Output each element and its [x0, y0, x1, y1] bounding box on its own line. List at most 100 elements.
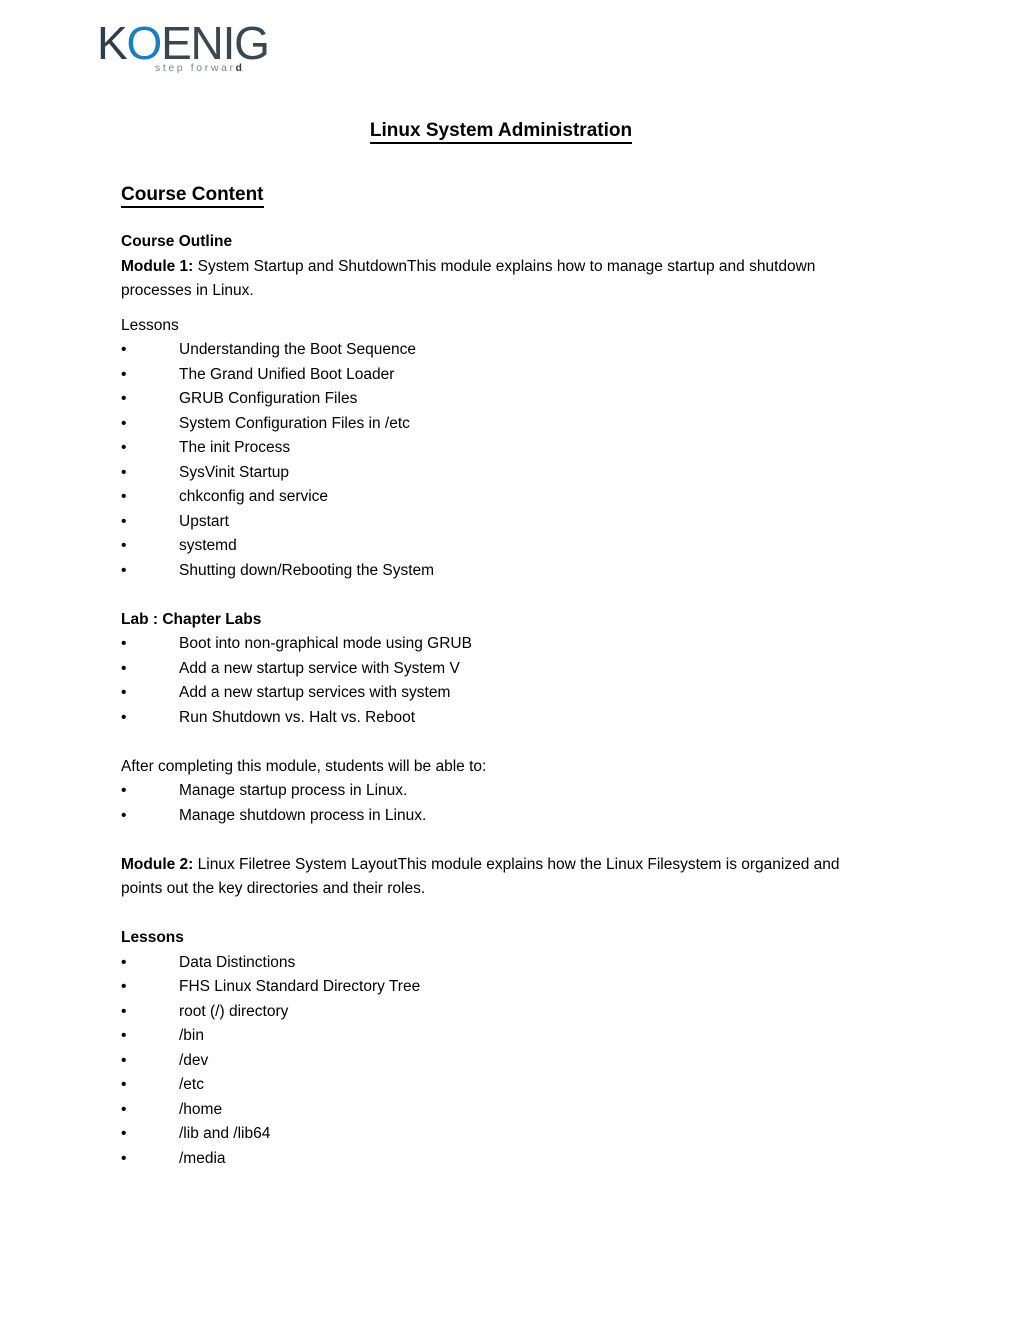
- bullet-icon: •: [121, 414, 127, 432]
- bullet-icon: •: [121, 635, 127, 652]
- list-item-label: /lib and /lib64: [179, 1125, 271, 1142]
- list-item-label: Run Shutdown vs. Halt vs. Reboot: [179, 708, 416, 726]
- logo-tagline-text: step forwar: [155, 62, 236, 74]
- list-item-label: chkconfig and service: [179, 488, 329, 505]
- module-1-text: System Startup and ShutdownThis module e…: [121, 257, 816, 300]
- list-item-label: SysVinit Startup: [179, 463, 289, 481]
- bullet-icon: •: [121, 439, 127, 456]
- list-item: • GRUB Configuration Files: [121, 387, 881, 412]
- list-item-label: root (/) directory: [179, 1002, 289, 1020]
- list-item-label: /dev: [179, 1051, 209, 1069]
- module-2-label: Module 2:: [121, 855, 194, 873]
- bullet-icon: •: [121, 782, 127, 799]
- bullet-icon: •: [121, 1076, 127, 1093]
- list-item: • The Grand Unified Boot Loader: [121, 363, 881, 388]
- module-1-label: Module 1:: [121, 257, 194, 275]
- page-title: Linux System Administration: [121, 118, 881, 144]
- list-item-label: The Grand Unified Boot Loader: [179, 365, 395, 383]
- list-item-label: /bin: [179, 1027, 204, 1044]
- module-1-paragraph: Module 1: System Startup and ShutdownThi…: [121, 255, 881, 304]
- objectives-intro: After completing this module, students w…: [121, 757, 487, 775]
- logo-letter-k: K: [97, 17, 128, 69]
- bullet-icon: •: [121, 390, 127, 407]
- list-item: • Understanding the Boot Sequence: [121, 338, 881, 363]
- list-item-label: Manage shutdown process in Linux.: [179, 806, 427, 824]
- document-page: KOENIG step forward Linux System Adminis…: [0, 0, 1020, 1320]
- document-content: Linux System Administration Course Conte…: [121, 118, 881, 1171]
- list-item: • /media: [121, 1147, 881, 1172]
- lab-section-label: Lab : Chapter Labs: [121, 610, 262, 628]
- logo-tagline: step forward: [155, 62, 245, 74]
- list-item: • Upstart: [121, 510, 881, 535]
- bullet-icon: •: [121, 1100, 127, 1118]
- bullet-icon: •: [121, 463, 127, 481]
- list-item-label: Add a new startup service with System V: [179, 659, 460, 677]
- list-item: • Add a new startup services with system: [121, 681, 881, 706]
- bullet-icon: •: [121, 1125, 127, 1142]
- list-item-label: Add a new startup services with system: [179, 684, 451, 701]
- list-item: • Run Shutdown vs. Halt vs. Reboot: [121, 706, 881, 731]
- list-item: • System Configuration Files in /etc: [121, 412, 881, 437]
- list-item: • SysVinit Startup: [121, 461, 881, 486]
- lessons-2-label: Lessons: [121, 929, 184, 946]
- list-item-label: /media: [179, 1149, 226, 1167]
- list-item: • Add a new startup service with System V: [121, 657, 881, 682]
- list-item: • Shutting down/Rebooting the System: [121, 559, 881, 584]
- list-item: • FHS Linux Standard Directory Tree: [121, 975, 881, 1000]
- bullet-icon: •: [121, 978, 127, 995]
- list-item-label: The init Process: [179, 439, 291, 456]
- list-item-label: Boot into non-graphical mode using GRUB: [179, 635, 472, 652]
- list-item-label: Shutting down/Rebooting the System: [179, 561, 435, 579]
- bullet-icon: •: [121, 708, 127, 726]
- list-item-label: Data Distinctions: [179, 953, 296, 971]
- list-item: • /etc: [121, 1073, 881, 1098]
- list-item-label: Understanding the Boot Sequence: [179, 341, 416, 358]
- bullet-icon: •: [121, 1002, 127, 1020]
- section-heading-text: Course Content: [121, 184, 264, 208]
- bullet-icon: •: [121, 512, 127, 530]
- bullet-icon: •: [121, 953, 127, 971]
- bullet-icon: •: [121, 341, 127, 358]
- list-item-label: /home: [179, 1100, 223, 1118]
- list-item-label: Manage startup process in Linux.: [179, 782, 408, 799]
- list-item: • /lib and /lib64: [121, 1122, 881, 1147]
- koenig-logo: KOENIG step forward: [97, 20, 347, 82]
- bullet-icon: •: [121, 1051, 127, 1069]
- list-item-label: FHS Linux Standard Directory Tree: [179, 978, 421, 995]
- list-item: • root (/) directory: [121, 1000, 881, 1025]
- bullet-icon: •: [121, 488, 127, 505]
- list-item: • Data Distinctions: [121, 951, 881, 976]
- bullet-icon: •: [121, 365, 127, 383]
- list-item: • Boot into non-graphical mode using GRUB: [121, 632, 881, 657]
- bullet-icon: •: [121, 1027, 127, 1044]
- list-item: • /home: [121, 1098, 881, 1123]
- list-item-label: /etc: [179, 1076, 204, 1093]
- bullet-icon: •: [121, 684, 127, 701]
- module-2-text: Linux Filetree System LayoutThis module …: [121, 855, 840, 898]
- bullet-icon: •: [121, 561, 127, 579]
- course-outline-label: Course Outline: [121, 233, 233, 250]
- list-item: • /dev: [121, 1049, 881, 1074]
- bullet-icon: •: [121, 659, 127, 677]
- list-item-label: Upstart: [179, 512, 229, 530]
- list-item: • /bin: [121, 1024, 881, 1049]
- module-2-paragraph: Module 2: Linux Filetree System LayoutTh…: [121, 853, 881, 902]
- bullet-icon: •: [121, 537, 127, 554]
- list-item: • systemd: [121, 534, 881, 559]
- list-item: • Manage startup process in Linux.: [121, 779, 881, 804]
- logo-wordmark: KOENIG: [97, 20, 347, 66]
- bullet-icon: •: [121, 806, 127, 824]
- list-item-label: systemd: [179, 537, 237, 554]
- bullet-icon: •: [121, 1149, 127, 1167]
- logo-tagline-last-letter: d: [235, 62, 245, 74]
- page-title-text: Linux System Administration: [369, 120, 633, 144]
- list-item: • chkconfig and service: [121, 485, 881, 510]
- list-item-label: GRUB Configuration Files: [179, 390, 358, 407]
- list-item: • Manage shutdown process in Linux.: [121, 804, 881, 829]
- list-item-label: System Configuration Files in /etc: [179, 414, 410, 432]
